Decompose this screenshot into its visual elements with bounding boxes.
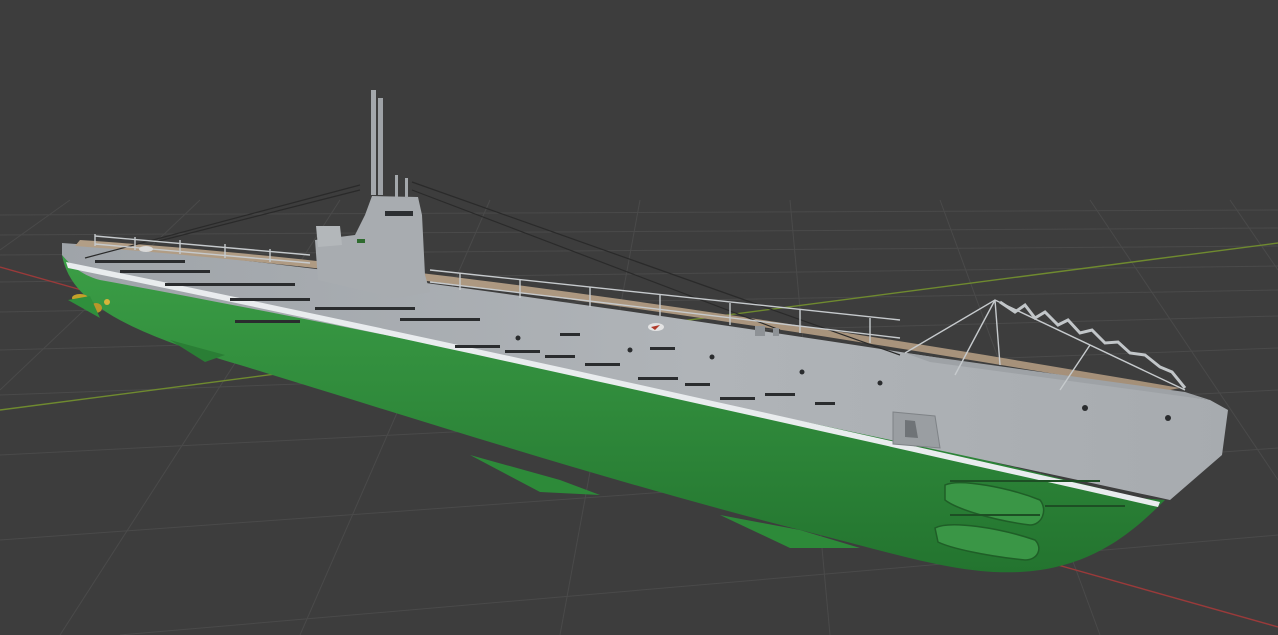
tower-window	[385, 211, 413, 216]
viewport-scene	[0, 90, 1278, 635]
periscope-1	[371, 90, 376, 195]
tower-bridge	[316, 226, 342, 247]
deck-hatch-aft	[139, 246, 153, 252]
tower-hatch	[357, 239, 365, 243]
submarine-model[interactable]	[62, 90, 1228, 573]
antenna-mast	[395, 175, 398, 197]
deck-bollard	[755, 326, 765, 336]
antenna-mast-2	[405, 178, 408, 198]
3d-viewport[interactable]	[0, 0, 1278, 635]
deck-capstan	[773, 328, 779, 336]
periscope-2	[378, 98, 383, 195]
